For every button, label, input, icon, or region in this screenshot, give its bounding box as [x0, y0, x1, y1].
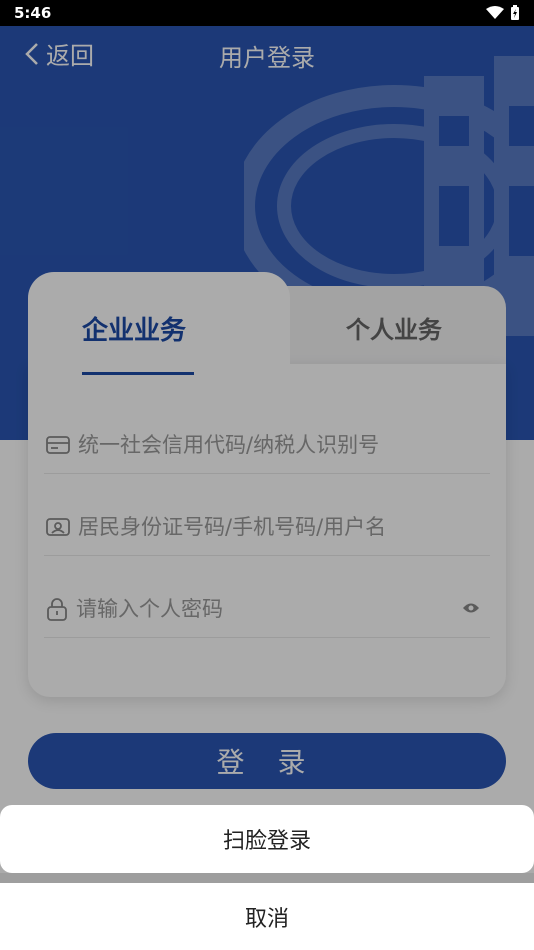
wifi-icon — [486, 6, 504, 19]
status-time: 5:46 — [14, 4, 52, 22]
battery-icon — [511, 5, 519, 20]
sheet-divider — [0, 873, 534, 883]
face-login-option[interactable]: 扫脸登录 — [0, 805, 534, 873]
action-sheet: 扫脸登录 取消 — [0, 805, 534, 950]
status-icons — [486, 5, 520, 21]
status-bar: 5:46 — [0, 0, 534, 26]
cancel-button[interactable]: 取消 — [0, 883, 534, 950]
